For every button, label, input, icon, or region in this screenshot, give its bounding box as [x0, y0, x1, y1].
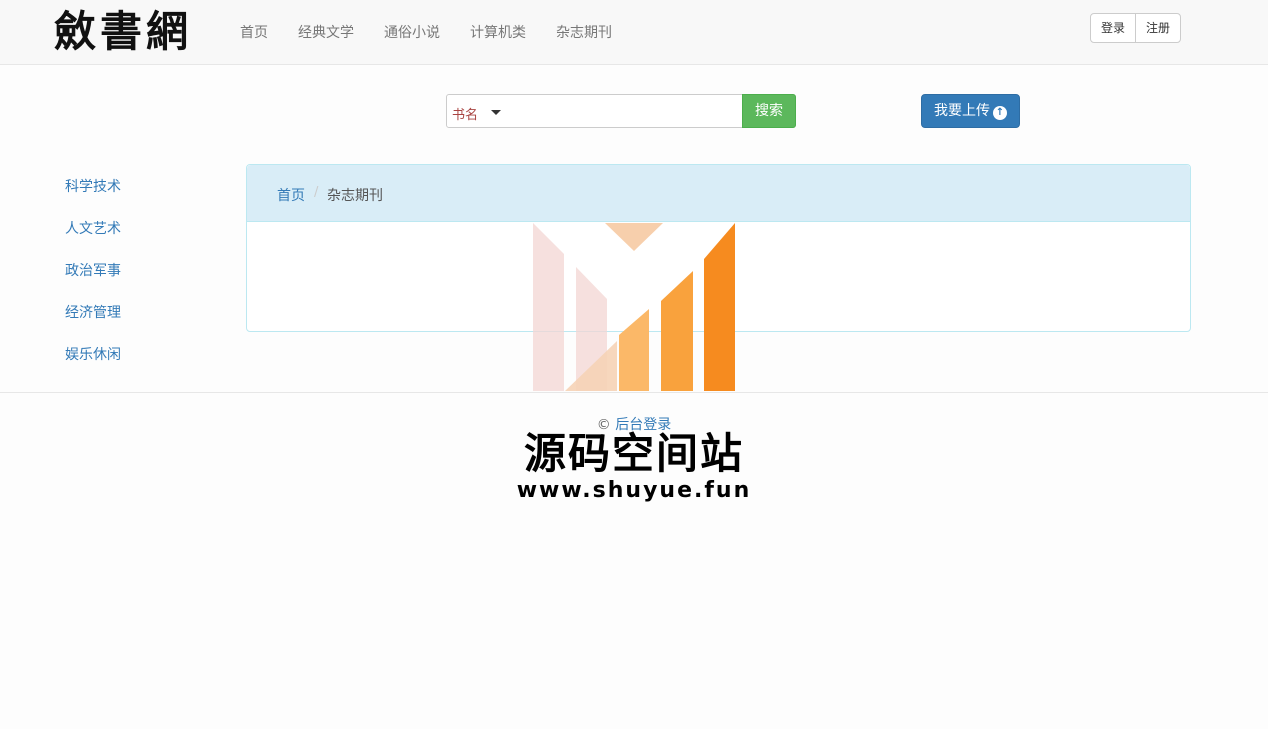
- nav-item-popular-fiction[interactable]: 通俗小说: [384, 22, 440, 42]
- sidebar-item-humanities[interactable]: 人文艺术: [65, 218, 121, 238]
- top-navbar: 斂書網 首页 经典文学 通俗小说 计算机类 杂志期刊 登录 注册: [0, 0, 1268, 65]
- auth-button-group: 登录 注册: [1090, 13, 1182, 43]
- chevron-down-icon[interactable]: [491, 110, 501, 115]
- register-button[interactable]: 注册: [1135, 14, 1180, 42]
- login-button[interactable]: 登录: [1091, 14, 1135, 42]
- sidebar-item-entertainment[interactable]: 娱乐休闲: [65, 344, 121, 364]
- search-box: 书名 搜索: [446, 94, 796, 128]
- watermark-title: 源码空间站: [523, 429, 744, 478]
- search-input[interactable]: [509, 97, 739, 125]
- breadcrumb: 首页 / 杂志期刊: [247, 165, 1190, 222]
- sidebar-item-politics[interactable]: 政治军事: [65, 260, 121, 280]
- watermark-url: www.shuyue.fun: [516, 478, 752, 503]
- breadcrumb-current: 杂志期刊: [327, 188, 383, 204]
- nav-item-computer[interactable]: 计算机类: [470, 22, 526, 42]
- arrow-up-circle-icon: ↑: [993, 106, 1007, 120]
- nav-item-magazines[interactable]: 杂志期刊: [556, 22, 612, 42]
- breadcrumb-home[interactable]: 首页: [277, 185, 305, 205]
- upload-button-label: 我要上传: [934, 103, 990, 119]
- search-type-select[interactable]: 书名: [452, 104, 478, 123]
- nav-item-home[interactable]: 首页: [240, 22, 268, 42]
- watermark-logo-icon: [533, 223, 735, 391]
- upload-button[interactable]: 我要上传 ↑: [921, 94, 1020, 128]
- search-button[interactable]: 搜索: [742, 94, 796, 128]
- breadcrumb-separator: /: [314, 185, 319, 200]
- footer-divider: [0, 392, 1268, 393]
- site-logo[interactable]: 斂書網: [54, 6, 192, 58]
- sidebar-item-science[interactable]: 科学技术: [65, 176, 121, 196]
- sidebar-item-economics[interactable]: 经济管理: [65, 302, 121, 322]
- nav-item-classic-literature[interactable]: 经典文学: [298, 22, 354, 42]
